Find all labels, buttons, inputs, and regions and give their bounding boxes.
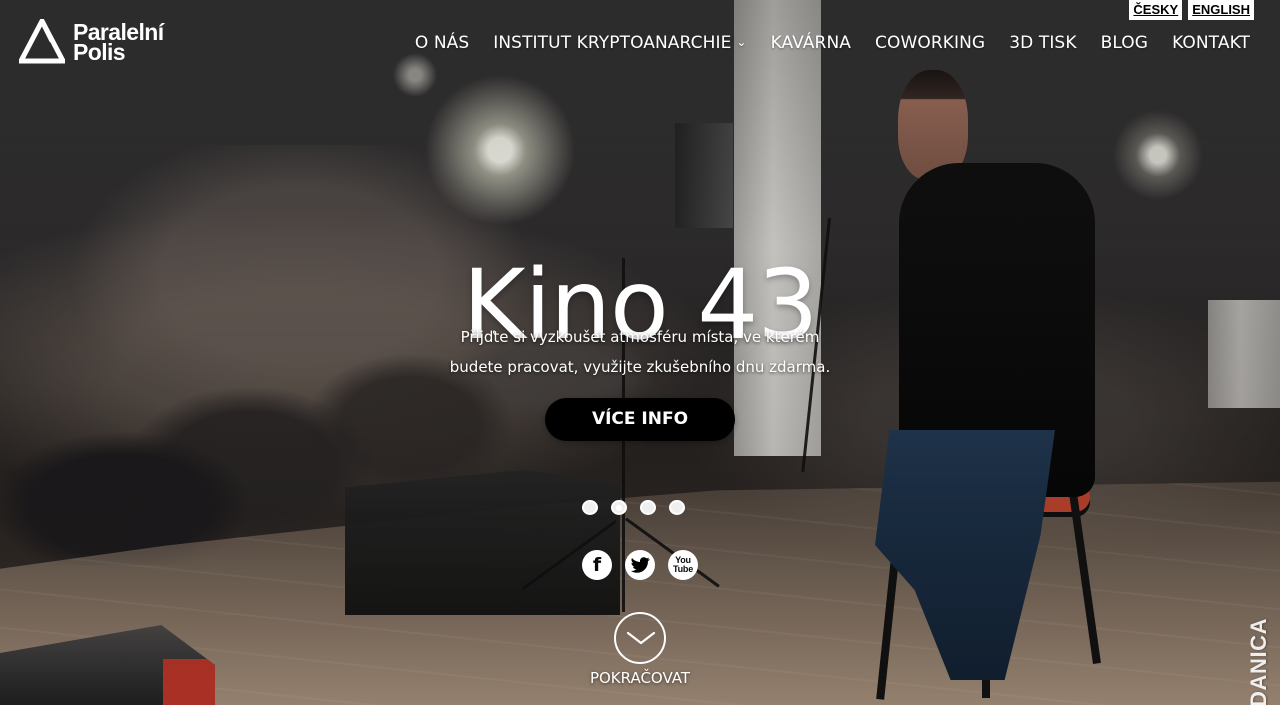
chevron-down-icon (626, 631, 656, 645)
twitter-icon (630, 557, 650, 573)
nav-item-kavarna[interactable]: KAVÁRNA (771, 31, 851, 55)
language-czech-link[interactable]: ČESKY (1129, 0, 1183, 20)
social-links: f You Tube (582, 550, 698, 580)
chevron-down-icon: ⌄ (736, 35, 747, 49)
facebook-link[interactable]: f (582, 550, 612, 580)
nav-item-kontakt[interactable]: KONTAKT (1172, 31, 1250, 55)
facebook-icon: f (592, 553, 602, 576)
hero-background: ČESKY ENGLISH Paralelní Polis O NÁS INST… (0, 0, 1280, 705)
nav-item-label: INSTITUT KRYPTOANARCHIE (493, 33, 732, 53)
language-switch: ČESKY ENGLISH (1129, 0, 1254, 20)
photo-credit: DANICA KOVACEVIC (1246, 618, 1271, 705)
youtube-icon-line-2: Tube (672, 564, 694, 574)
slider-pagination (582, 500, 685, 515)
continue-button[interactable] (614, 612, 666, 664)
youtube-link[interactable]: You Tube (668, 550, 698, 580)
slider-dot-3[interactable] (640, 500, 656, 515)
continue-label: POKRAČOVAT (589, 669, 691, 687)
hero-subtitle: Přijďte si vyzkoušet atmosféru místa, ve… (440, 322, 840, 382)
nav-item-institut-kryptoanarchie[interactable]: INSTITUT KRYPTOANARCHIE ⌄ (493, 31, 746, 55)
nav-item-coworking[interactable]: COWORKING (875, 31, 985, 55)
slider-dot-1[interactable] (582, 500, 598, 515)
nav-item-o-nas[interactable]: O NÁS (415, 31, 469, 55)
slider-dot-2[interactable] (611, 500, 627, 515)
paralelni-polis-logo[interactable]: Paralelní Polis (19, 19, 164, 64)
site-header: Paralelní Polis O NÁS INSTITUT KRYPTOANA… (0, 0, 1280, 80)
more-info-button[interactable]: VÍCE INFO (545, 398, 735, 441)
triangle-logo-icon (19, 19, 65, 64)
logo-text: Paralelní Polis (73, 20, 164, 65)
main-navigation: O NÁS INSTITUT KRYPTOANARCHIE ⌄ KAVÁRNA … (415, 31, 1250, 55)
language-english-link[interactable]: ENGLISH (1188, 0, 1254, 20)
twitter-link[interactable] (625, 550, 655, 580)
hero-subtitle-line-1: Přijďte si vyzkoušet atmosféru místa, ve… (460, 328, 820, 346)
hero-content: Kino 43 Přijďte si vyzkoušet atmosféru m… (0, 0, 1280, 705)
slider-dot-4[interactable] (669, 500, 685, 515)
nav-item-3d-tisk[interactable]: 3D TISK (1009, 31, 1076, 55)
hero-subtitle-line-2: budete pracovat, využijte zkušebního dnu… (449, 358, 831, 376)
nav-item-blog[interactable]: BLOG (1101, 31, 1148, 55)
logo-line-2: Polis (73, 38, 126, 65)
